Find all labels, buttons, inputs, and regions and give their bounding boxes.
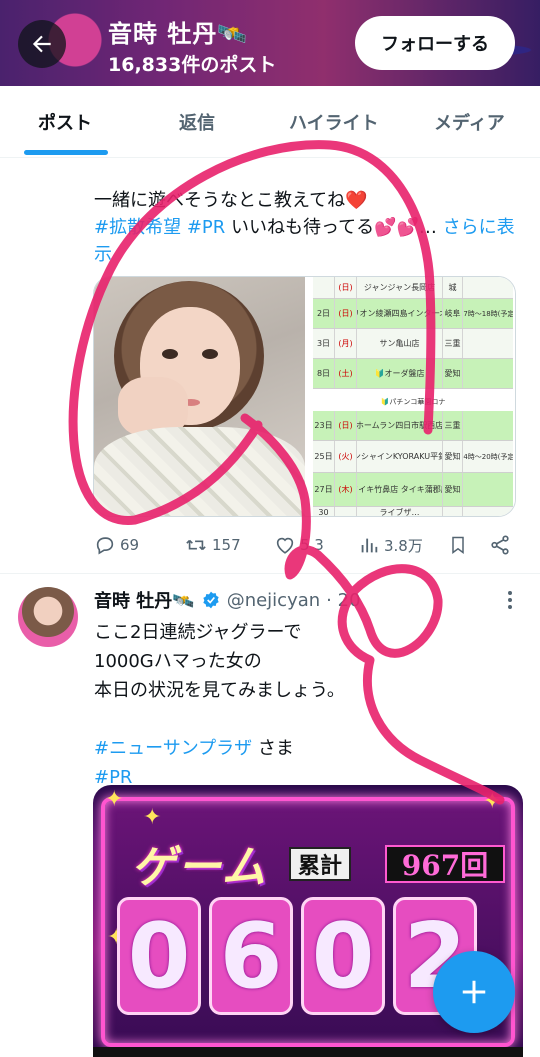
reply-icon [96,537,114,555]
post-divider [0,573,540,574]
schedule-image[interactable]: (日)ジャンジャン長岡店城 2日(日)マリオン綾瀬四島インタ一北店岐阜17時～1… [309,277,515,516]
back-button[interactable] [18,20,66,68]
post-text[interactable]: 一緒に遊べそうなとこ教えてね❤️ #拡散希望 #PR いいねも待ってる💕💕… さ… [94,187,524,268]
repost-button[interactable]: 157 [184,530,241,560]
table-row: 25日(火)サンシャインKYORAKU平針店愛知14時～20時(予定) [313,441,513,473]
view-count: 3.8万 [384,536,423,555]
post-text-line: ここ2日連続ジャグラーで [94,622,302,643]
bookmark-button[interactable] [448,530,468,560]
heart-icon [276,537,294,554]
reply-count: 69 [120,536,140,554]
game-counter: 0 6 0 2 [117,897,477,1017]
game-label: ゲーム [131,842,268,893]
counter-digit: 0 [301,897,385,1015]
table-row: 3日 (月) サン亀山店 三重 [313,329,513,359]
profile-tabs: ポスト 返信 ハイライト メディア [0,86,540,158]
follow-button[interactable]: フォローする [355,16,515,70]
reply-button[interactable]: 69 [94,530,139,560]
table-banner: 🔰パチンコ華園ロナ [313,397,513,409]
tab-media[interactable]: メディア [434,86,505,158]
post-text-line: 1000Gハマった女の [94,651,262,672]
post-author-row: 音時 牡丹🛰️ @nejicyan · 20 [94,587,361,613]
like-count: 5 3 [300,536,324,554]
total-label: 累計 [289,847,351,881]
views-icon [361,538,378,553]
table-row: 30 ライブザ… [313,507,513,516]
table-row: (日) ジャンジャン長岡店城 [313,277,513,299]
hashtag-link[interactable]: #ニューサンプラザ [94,738,252,759]
post-media-grid: (日)ジャンジャン長岡店城 2日(日)マリオン綾瀬四島インタ一北店岐阜17時～1… [93,276,516,517]
bookmark-icon [452,536,464,554]
tab-posts[interactable]: ポスト [38,86,92,158]
table-row: 27日(木)タイキ竹鼻店 タイキ蒲郡店愛知 [313,473,513,507]
counter-digit: 0 [117,897,201,1015]
post-timestamp[interactable]: · 20 [326,590,360,611]
photo-image[interactable] [94,277,305,516]
table-row: 8日 (土) 🔰オーダ盤店 愛知 [313,359,513,389]
total-value: 967回 [385,845,505,883]
post-text-line: 本日の状況を見てみましょう。 [94,680,345,701]
post-text[interactable]: ここ2日連続ジャグラーで 1000Gハマった女の 本日の状況を見てみましょう。 … [94,618,514,792]
sparkle-icon: ✦ [105,787,124,812]
verified-badge-icon [203,591,219,609]
profile-header: 音時 牡丹🛰️ 16,833件のポスト フォローする [0,0,540,86]
repost-count: 157 [212,536,241,554]
more-options-icon[interactable] [503,590,517,610]
post-text-line: #ニューサンプラザ さま [94,738,294,759]
share-icon [491,535,509,555]
views-button[interactable]: 3.8万 [358,530,423,560]
plus-icon [462,980,486,1004]
counter-digit: 6 [209,897,293,1015]
author-name[interactable]: 音時 牡丹🛰️ [94,587,195,613]
post-text-line: 一緒に遊べそうなとこ教えてね❤️ [94,190,368,211]
like-button[interactable]: 5 3 [274,530,324,560]
hashtag-link[interactable]: #拡散希望 [94,217,181,238]
avatar[interactable] [18,587,78,647]
post-text-line: いいねも待ってる💕💕… [225,217,437,238]
sparkle-icon: ✦ [143,805,162,830]
post-count: 16,833件のポスト [108,54,277,76]
share-button[interactable] [489,530,511,560]
hashtag-link[interactable]: #PR [187,217,225,238]
tab-replies[interactable]: 返信 [179,86,215,158]
post-action-bar: 69 157 5 3 3.8万 [0,530,540,560]
table-row: 23日 (日) ホームラン四日市駅西店 三重 [313,411,513,441]
sparkle-icon: ✦ [483,789,502,814]
active-tab-indicator [24,150,108,155]
compose-post-button[interactable] [433,951,515,1033]
arrow-left-icon [32,35,51,53]
table-row: 2日(日)マリオン綾瀬四島インタ一北店岐阜17時～18時(予定) [313,299,513,329]
repost-icon [186,539,206,551]
profile-name: 音時 牡丹🛰️ [108,20,249,48]
tab-highlights[interactable]: ハイライト [289,86,379,158]
author-handle[interactable]: @nejicyan [227,590,320,611]
